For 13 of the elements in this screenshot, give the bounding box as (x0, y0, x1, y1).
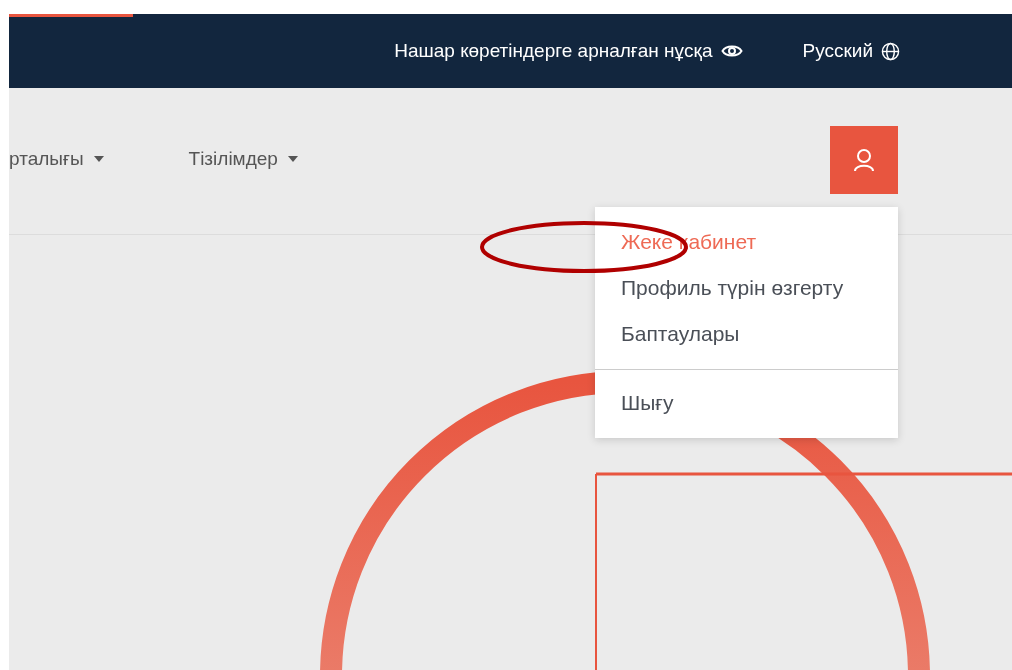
globe-icon (881, 41, 900, 61)
user-icon (853, 148, 875, 172)
accessibility-link[interactable]: Нашар көретіндерге арналған нұсқа (394, 40, 743, 62)
menu-item[interactable]: Баптаулары (595, 311, 898, 357)
eye-icon (720, 43, 743, 59)
menu-item[interactable]: Шығу (595, 380, 898, 426)
nav-menu-item[interactable]: рталығы (9, 148, 104, 170)
menu-item[interactable]: Профиль түрін өзгерту (595, 265, 898, 311)
language-link[interactable]: Русский (802, 40, 900, 62)
nav-menu-item[interactable]: Тізілімдер (188, 148, 298, 170)
caret-icon (287, 156, 298, 162)
caret-icon (93, 156, 104, 162)
user-button[interactable] (830, 126, 898, 194)
